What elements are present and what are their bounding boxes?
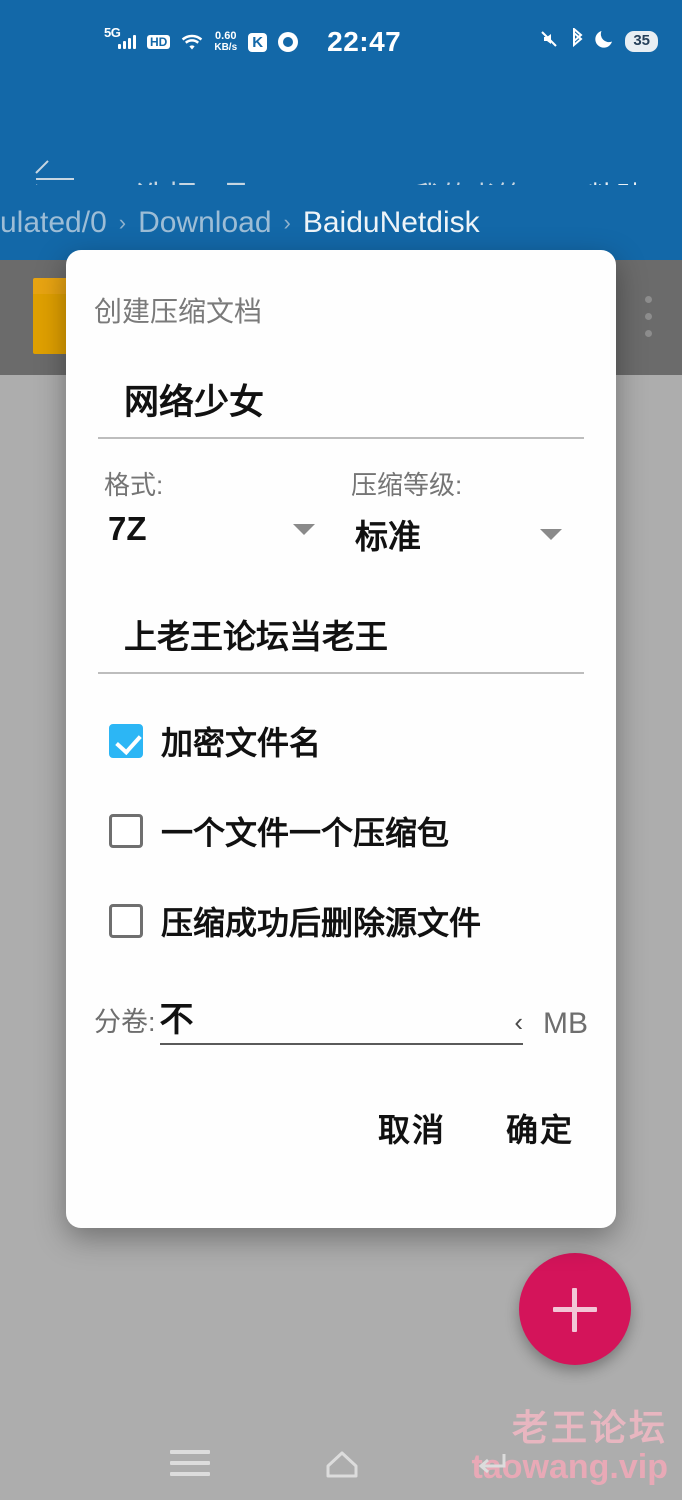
status-bar-left-icons: 5G HD 0.60 KB/s K 22:47 bbox=[104, 25, 402, 58]
back-arrow-icon[interactable] bbox=[36, 178, 74, 180]
add-fab-button[interactable] bbox=[519, 1253, 631, 1365]
format-and-level-row: 格式: 7Z 压缩等级: 标准 bbox=[94, 439, 588, 558]
browser-icon bbox=[278, 32, 299, 52]
back-icon[interactable] bbox=[470, 1446, 514, 1482]
signal-icon: 5G bbox=[104, 25, 136, 49]
do-not-disturb-icon bbox=[595, 29, 615, 53]
breadcrumb-item-1[interactable]: Download bbox=[138, 206, 271, 240]
breadcrumb-item-0[interactable]: ulated/0 bbox=[0, 206, 107, 240]
create-archive-dialog: 创建压缩文档 网络少女 格式: 7Z 压缩等级: 标准 上老王论坛当老王 加密文… bbox=[66, 250, 616, 1228]
checkbox-row-one-archive-per-file[interactable]: 一个文件一个压缩包 bbox=[94, 764, 588, 854]
status-bar: 5G HD 0.60 KB/s K 22:47 35 bbox=[0, 0, 682, 80]
k-app-icon: K bbox=[248, 32, 268, 52]
dialog-actions: 取消 确定 bbox=[94, 1045, 588, 1151]
checkbox-label-encrypt-filenames: 加密文件名 bbox=[161, 725, 322, 761]
cancel-button[interactable]: 取消 bbox=[378, 1105, 446, 1151]
breadcrumb-separator-0: › bbox=[118, 209, 127, 235]
format-selector[interactable]: 格式: 7Z bbox=[94, 465, 341, 558]
home-icon[interactable] bbox=[320, 1446, 364, 1482]
confirm-button[interactable]: 确定 bbox=[506, 1105, 574, 1151]
app-bar: 选择1项 我的书签 粘贴 bbox=[0, 80, 682, 215]
network-type-label: 5G bbox=[104, 25, 121, 40]
battery-icon: 35 bbox=[625, 30, 658, 52]
checkbox-delete-source-icon[interactable] bbox=[109, 904, 143, 938]
data-rate-unit: KB/s bbox=[214, 42, 238, 53]
bluetooth-icon bbox=[569, 26, 585, 54]
status-clock: 22:47 bbox=[327, 26, 402, 57]
dialog-title: 创建压缩文档 bbox=[94, 296, 263, 327]
checkbox-one-archive-per-file-icon[interactable] bbox=[109, 814, 143, 848]
compression-level-label: 压缩等级: bbox=[351, 470, 463, 500]
checkbox-row-encrypt-filenames[interactable]: 加密文件名 bbox=[94, 674, 588, 764]
password-input[interactable]: 上老王论坛当老王 bbox=[94, 558, 588, 672]
split-volume-row: 分卷: 不 ‹ MB bbox=[94, 944, 588, 1045]
wifi-icon bbox=[181, 33, 203, 51]
data-rate-icon: 0.60 KB/s bbox=[214, 30, 238, 54]
breadcrumb-item-2[interactable]: BaiduNetdisk bbox=[303, 206, 480, 240]
hd-icon: HD bbox=[147, 35, 171, 49]
compression-level-selector[interactable]: 压缩等级: 标准 bbox=[341, 465, 588, 558]
status-bar-right-icons: 35 bbox=[539, 26, 658, 54]
chevron-left-icon[interactable]: ‹ bbox=[514, 1009, 523, 1037]
format-value: 7Z bbox=[108, 510, 147, 547]
archive-name-input[interactable]: 网络少女 bbox=[94, 330, 588, 437]
split-volume-value: 不 bbox=[159, 1001, 194, 1039]
breadcrumb-separator-1: › bbox=[283, 209, 291, 235]
overflow-menu-icon[interactable] bbox=[645, 296, 652, 337]
split-volume-input[interactable]: 不 ‹ bbox=[159, 1001, 523, 1045]
checkbox-label-delete-source: 压缩成功后删除源文件 bbox=[161, 905, 482, 941]
mute-icon bbox=[539, 29, 559, 53]
recents-icon[interactable] bbox=[170, 1450, 210, 1476]
format-label: 格式: bbox=[104, 470, 164, 500]
checkbox-encrypt-filenames-icon[interactable] bbox=[109, 724, 143, 758]
checkbox-label-one-archive-per-file: 一个文件一个压缩包 bbox=[161, 815, 450, 851]
chevron-down-icon[interactable] bbox=[293, 523, 315, 535]
compression-level-value: 标准 bbox=[355, 518, 421, 555]
checkbox-row-delete-source[interactable]: 压缩成功后删除源文件 bbox=[94, 854, 588, 944]
split-volume-label: 分卷: bbox=[94, 1007, 156, 1037]
phone-screen: 5G HD 0.60 KB/s K 22:47 35 ulated/0 › Do… bbox=[0, 0, 682, 1500]
split-volume-unit: MB bbox=[543, 1007, 588, 1040]
data-rate-value: 0.60 bbox=[215, 30, 237, 42]
breadcrumb: ulated/0 › Download › BaiduNetdisk bbox=[0, 185, 682, 260]
chevron-down-icon[interactable] bbox=[540, 528, 562, 540]
system-nav-bar bbox=[0, 1430, 682, 1500]
